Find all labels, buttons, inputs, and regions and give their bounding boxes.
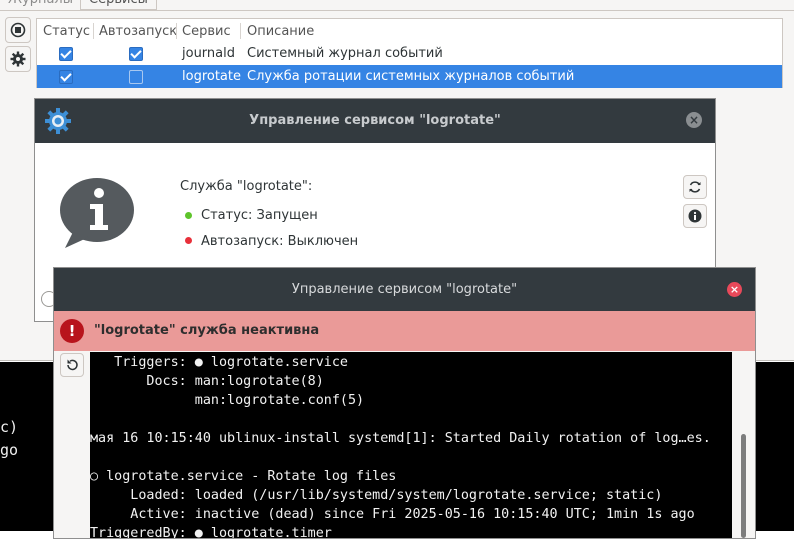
dialog-title: Управление сервисом "logrotate": [249, 113, 501, 128]
services-table: Статус Автозапуск Сервис Описание journa…: [36, 18, 783, 88]
alert-message: "logrotate" служба неактивна: [94, 323, 320, 338]
service-description: Служба ротации системных журналов событи…: [247, 69, 575, 84]
close-button[interactable]: ×: [727, 282, 742, 297]
autostart-checkbox[interactable]: [129, 70, 143, 84]
terminal-line: ○ logrotate.service - Rotate log files: [90, 469, 397, 484]
column-header-status[interactable]: Статус: [43, 21, 90, 43]
stop-service-button[interactable]: [5, 17, 31, 43]
refresh-button[interactable]: [683, 175, 707, 199]
refresh-icon: [689, 181, 701, 193]
status-terminal: Triggers: ● logrotate.service Docs: man:…: [90, 352, 732, 538]
terminal-scrollbar[interactable]: [738, 352, 748, 538]
settings-button[interactable]: [5, 46, 31, 72]
autostart-checkbox[interactable]: [129, 47, 143, 61]
error-icon: !: [60, 319, 84, 343]
status-indicator: [185, 212, 192, 219]
terminal-line: мая 16 10:15:40 ublinux-install systemd[…: [90, 431, 711, 446]
tab-bar: Журналы Сервисы: [0, 0, 794, 11]
service-status-dialog: Управление сервисом "logrotate" × ! "log…: [53, 267, 756, 539]
inactive-alert: ! "logrotate" служба неактивна: [54, 311, 755, 351]
terminal-line: c): [0, 418, 19, 436]
dialog-titlebar[interactable]: Управление сервисом "logrotate" ×: [54, 268, 755, 311]
table-row[interactable]: journald Системный журнал событий: [37, 42, 782, 65]
service-name: journald: [182, 46, 235, 61]
autostart-indicator: [185, 237, 192, 244]
dialog-titlebar[interactable]: Управление сервисом "logrotate" ×: [35, 99, 715, 143]
table-row[interactable]: logrotate Служба ротации системных журна…: [37, 65, 782, 88]
terminal-line: TriggeredBy: ● logrotate.timer: [90, 526, 332, 538]
service-label: Служба "logrotate":: [180, 179, 313, 194]
autostart-text: Автозапуск: Выключен: [201, 234, 359, 249]
gear-icon: [10, 51, 26, 67]
tab-services[interactable]: Сервисы: [80, 0, 157, 10]
status-text: Статус: Запущен: [201, 208, 318, 223]
service-description: Системный журнал событий: [247, 46, 443, 61]
terminal-line: man:logrotate.conf(5): [90, 393, 365, 408]
terminal-line: Loaded: loaded (/usr/lib/systemd/system/…: [90, 488, 663, 503]
info-small-icon: [688, 209, 702, 223]
column-header-description[interactable]: Описание: [247, 21, 314, 43]
undo-icon: [67, 359, 78, 371]
info-button[interactable]: [683, 204, 707, 228]
scrollbar-thumb[interactable]: [741, 434, 746, 538]
stop-icon: [10, 22, 26, 38]
status-checkbox[interactable]: [59, 70, 73, 84]
column-header-service[interactable]: Сервис: [182, 21, 231, 43]
column-header-autostart[interactable]: Автозапуск: [99, 21, 177, 43]
close-button[interactable]: ×: [686, 112, 702, 128]
info-icon: [60, 178, 134, 248]
terminal-line: Triggers: ● logrotate.service: [90, 355, 348, 370]
dialog-title: Управление сервисом "logrotate": [291, 282, 518, 297]
terminal-line: go: [0, 441, 19, 459]
status-checkbox[interactable]: [59, 47, 73, 61]
reload-button[interactable]: [60, 353, 84, 377]
service-name: logrotate: [182, 69, 241, 84]
terminal-line: Docs: man:logrotate(8): [90, 374, 324, 389]
tab-journals[interactable]: Журналы: [0, 0, 81, 9]
terminal-line: Active: inactive (dead) since Fri 2025-0…: [90, 507, 695, 522]
